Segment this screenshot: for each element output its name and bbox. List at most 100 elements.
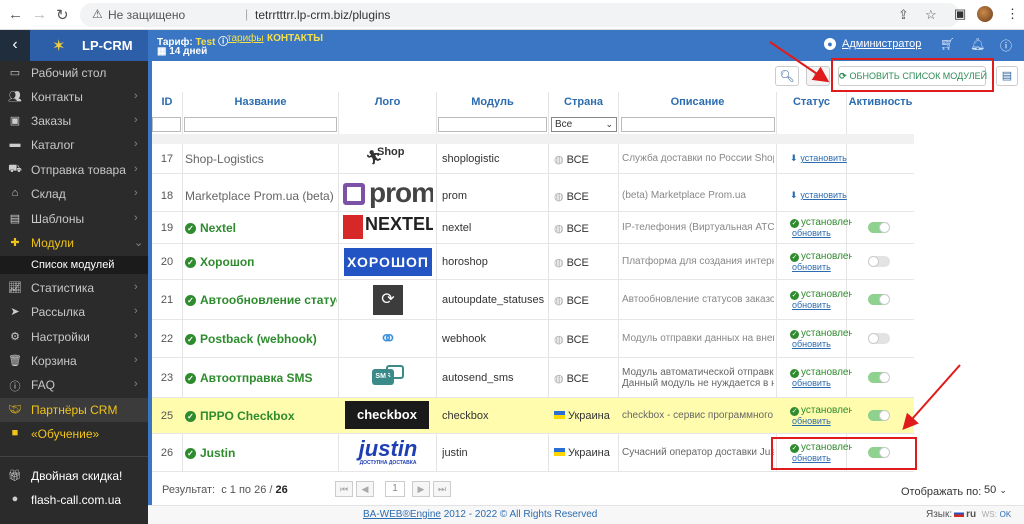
info-header-icon[interactable]: ⓘ [1000,37,1012,54]
download-icon: ⬇ [790,153,798,163]
column-header-activity[interactable]: Активность [847,96,914,114]
update-link[interactable]: обновить [792,300,831,310]
column-header-country[interactable]: Страна [549,96,618,114]
sidebar-item-templates[interactable]: ▤ Шаблоны › [0,207,148,231]
sidebar-item-partners[interactable]: 🤝︎ Партнёры CRM [0,398,148,422]
globe-icon: ◍ [554,191,564,203]
language-select[interactable]: ru [966,509,976,520]
sidebar-item-flash-call[interactable]: ● flash-call.com.ua [0,488,148,508]
filter-module-input[interactable] [438,117,547,132]
update-link[interactable]: обновить [792,378,831,388]
next-page-button[interactable]: ▶ [412,481,430,497]
sidebar-item-settings[interactable]: ⚙ Настройки › [0,325,148,349]
sidebar-toggle-icon[interactable]: ‹ [0,30,30,61]
warning-icon[interactable]: ⚠ [92,7,103,21]
gear-icon: ⚙ [812,69,824,83]
sidebar-item-contacts[interactable]: 👥︎ Контакты › [0,85,148,109]
reload-icon[interactable]: ↻ [56,6,69,24]
per-page-select[interactable]: 50 ⌄ [981,483,1017,499]
install-link[interactable]: установить [800,190,847,200]
sidepanel-icon[interactable]: ▣ [954,6,966,22]
module-logo: NEXTEL [343,212,433,244]
sidebar-item-faq[interactable]: ⓘ FAQ › [0,373,148,397]
sidebar-item-shipping[interactable]: ⛟ Отправка товара › [0,158,148,182]
sidebar-item-dashboard[interactable]: ▭ Рабочий стол [0,61,148,85]
activity-toggle[interactable] [868,256,890,267]
sidebar-item-modules[interactable]: ✚ Модули ⌄ [0,231,148,255]
column-header-logo: Лого [374,96,401,108]
cart-icon[interactable]: 🛒︎ [940,37,955,51]
user-menu[interactable]: ● Администратор [824,38,921,50]
sms-logo-icon: SMS [372,365,404,391]
column-header-name[interactable]: Название [183,96,338,114]
export-button[interactable]: ▤ [996,66,1018,86]
first-page-button[interactable]: ⏮ [335,481,353,497]
star-icon[interactable]: ☆ [925,7,937,23]
sidebar-item-mailing[interactable]: ➤ Рассылка › [0,300,148,324]
activity-toggle[interactable] [868,333,890,344]
column-header-id[interactable]: ID [152,96,182,114]
tariffs-link[interactable]: тарифы [227,33,264,44]
settings-button[interactable]: ⚙ [806,66,830,86]
table-row: 25 ✓ ПРРО Checkbox checkbox checkbox Укра… [152,398,914,434]
last-page-button[interactable]: ⏭ [433,481,451,497]
bell-icon[interactable]: 🔔︎ [970,37,985,51]
prev-page-button[interactable]: ◀ [356,481,374,497]
module-description: (beta) Marketplace Prom.ua [622,190,746,201]
page-input[interactable]: 1 [385,481,405,497]
address-bar[interactable]: ⚠ Не защищено | tetrrtttrr.lp-crm.biz/pl… [80,3,960,27]
sidebar-item-orders[interactable]: ▣ Заказы › [0,109,148,133]
globe-icon: ◍ [554,154,564,166]
sidebar-item-warehouse[interactable]: ⌂ Склад › [0,182,148,206]
activity-toggle[interactable] [868,294,890,305]
filter-country-select[interactable]: Все ⌄ [551,117,617,132]
chevron-down-icon: ⌄ [999,485,1007,495]
url-text[interactable]: tetrrtttrr.lp-crm.biz/plugins [255,8,390,22]
browser-toolbar: ← → ↻ ⚠ Не защищено | tetrrtttrr.lp-crm.… [0,0,1024,30]
chevron-right-icon: › [134,281,138,293]
sidebar-item-catalog[interactable]: ▬ Каталог › [0,133,148,157]
forward-icon[interactable]: → [32,6,47,23]
module-code: justin [442,447,468,459]
sidebar-subitem-modules-list[interactable]: Список модулей [0,256,148,274]
chevron-right-icon: › [134,114,138,126]
update-link[interactable]: обновить [792,262,831,272]
back-icon[interactable]: ← [8,6,23,23]
update-link[interactable]: обновить [792,416,831,426]
column-header-module[interactable]: Модуль [437,96,548,114]
sidebar-item-discount[interactable]: 🎁︎ Двойная скидка! [0,464,148,488]
sidebar-item-trash[interactable]: 🗑︎ Корзина › [0,349,148,373]
search-button[interactable]: 🔍︎ [775,66,799,86]
activity-toggle[interactable] [868,372,890,383]
activity-toggle[interactable] [868,410,890,421]
filter-description-input[interactable] [621,117,775,132]
share-icon[interactable]: ⇪ [898,7,909,23]
download-icon: ⬇ [790,190,798,200]
column-header-description[interactable]: Описание [619,96,776,114]
chevron-right-icon: › [134,212,138,224]
contacts-link[interactable]: КОНТАКТЫ [267,33,323,44]
brand-logo[interactable]: ✶ LP-CRM [30,30,148,61]
update-link[interactable]: обновить [792,228,831,238]
module-description: checkbox - сервис программного РРО [622,410,774,421]
filter-name-input[interactable] [184,117,337,132]
search-icon: 🔍︎ [779,69,795,83]
module-code: nextel [442,222,472,234]
column-header-status[interactable]: Статус [777,96,846,114]
menu-icon[interactable]: ⋮ [1006,6,1019,22]
chevron-right-icon: › [134,305,138,317]
activity-toggle[interactable] [868,222,890,233]
module-logo: prom [343,180,433,212]
copyright-link[interactable]: BA-WEB®Engine [363,509,441,520]
filter-id-input[interactable] [152,117,181,132]
sidebar-item-education[interactable]: ■ «Обучение» [0,422,148,446]
profile-avatar[interactable] [977,6,993,22]
annotation-box-refresh [831,58,994,92]
sidebar: ▭ Рабочий стол 👥︎ Контакты › ▣ Заказы › ▬ Ката… [0,61,148,524]
install-link[interactable]: установить [800,153,847,163]
globe-icon: ◍ [554,257,564,269]
table-row: 22 ✓ Postback (webhook) ⚭ webhook ◍ ВСЕ Мо… [152,320,914,358]
file-icon: ▤ [1001,70,1013,82]
sidebar-item-statistics[interactable]: 📈︎ Статистика › [0,276,148,300]
update-link[interactable]: обновить [792,339,831,349]
